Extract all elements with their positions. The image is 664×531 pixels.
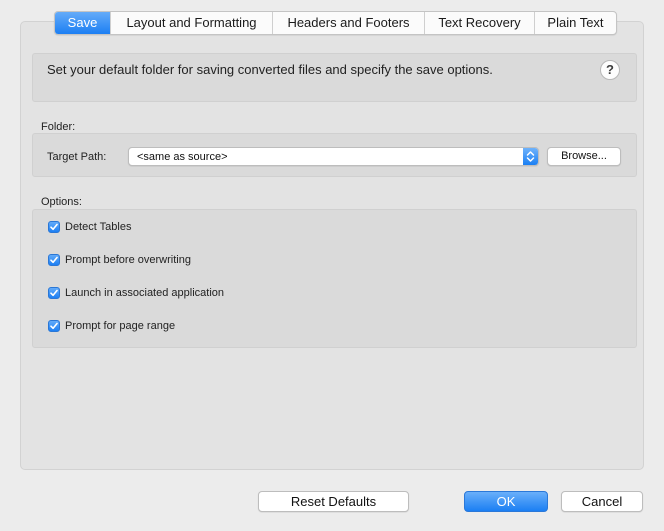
option-label: Prompt for page range [65,320,176,332]
option-launch-in-associated-application[interactable]: Launch in associated application [48,286,224,300]
checkbox-checked-icon[interactable] [48,221,60,233]
target-path-value: <same as source> [137,151,228,163]
option-label: Prompt before overwriting [65,254,191,266]
chevron-up-down-icon [523,148,538,165]
tab-save[interactable]: Save [55,12,110,34]
description-text: Set your default folder for saving conve… [47,62,493,77]
reset-defaults-button[interactable]: Reset Defaults [258,491,409,512]
checkbox-checked-icon[interactable] [48,254,60,266]
help-button[interactable]: ? [600,60,620,80]
cancel-button[interactable]: Cancel [561,491,643,512]
browse-button[interactable]: Browse... [547,147,621,166]
folder-section-label: Folder: [41,121,76,133]
tab-headers-and-footers[interactable]: Headers and Footers [272,12,424,34]
ok-button[interactable]: OK [464,491,548,512]
options-section-label: Options: [41,196,82,208]
tab-layout-and-formatting[interactable]: Layout and Formatting [110,12,272,34]
description-box [32,53,637,102]
checkbox-checked-icon[interactable] [48,287,60,299]
tab-bar: Save Layout and Formatting Headers and F… [54,11,617,35]
option-label: Detect Tables [65,221,132,233]
target-path-select[interactable]: <same as source> [128,147,539,166]
save-preferences-window: Save Layout and Formatting Headers and F… [0,0,664,531]
tab-plain-text[interactable]: Plain Text [534,12,616,34]
option-detect-tables[interactable]: Detect Tables [48,220,131,234]
checkbox-checked-icon[interactable] [48,320,60,332]
option-prompt-before-overwriting[interactable]: Prompt before overwriting [48,253,191,267]
target-path-label: Target Path: [47,151,107,163]
tab-text-recovery[interactable]: Text Recovery [424,12,534,34]
option-prompt-for-page-range[interactable]: Prompt for page range [48,319,175,333]
option-label: Launch in associated application [65,287,225,299]
